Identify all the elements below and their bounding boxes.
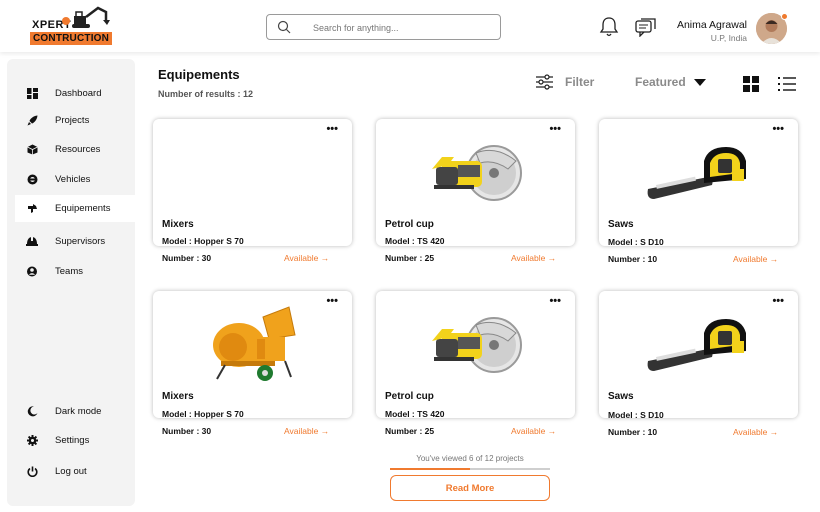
card-title: Mixers — [162, 219, 194, 230]
sidebar-item-dashboard[interactable]: Dashboard — [15, 80, 142, 107]
caret-down-icon — [693, 78, 706, 86]
sidebar-item-dark-mode[interactable]: Dark mode — [15, 398, 142, 425]
sidebar-item-label: Supervisors — [55, 236, 106, 247]
list-view-icon[interactable] — [778, 76, 796, 92]
search-bar[interactable] — [266, 14, 501, 40]
availability-link[interactable]: Available → — [284, 253, 329, 263]
viewed-progress-bar — [390, 468, 550, 470]
filter-label: Filter — [565, 75, 595, 89]
read-more-button[interactable]: Read More — [390, 475, 550, 501]
sidebar-item-label: Settings — [55, 435, 90, 446]
sidebar-item-label: Equipements — [55, 203, 111, 214]
equipment-card[interactable]: ••• Mixers — [153, 119, 352, 246]
equipment-card[interactable]: ••• Saws — [599, 119, 798, 246]
equipment-icon — [25, 202, 39, 216]
card-model: Model : TS 420 — [385, 409, 445, 419]
sidebar-item-settings[interactable]: Settings — [15, 427, 142, 454]
chainsaw-image — [599, 303, 798, 385]
availability-link[interactable]: Available → — [511, 253, 556, 263]
rocket-icon — [25, 114, 39, 128]
search-icon — [277, 20, 291, 34]
card-title: Petrol cup — [385, 391, 434, 402]
filter-button[interactable]: Filter — [535, 74, 594, 90]
sort-label: Featured — [635, 75, 686, 89]
card-title: Petrol cup — [385, 219, 434, 230]
concrete-mixer-image — [153, 303, 352, 385]
vehicle-icon — [25, 173, 39, 187]
equipment-image-placeholder — [153, 131, 352, 213]
card-model: Model : TS 420 — [385, 236, 445, 246]
card-number: Number : 30 — [162, 253, 212, 263]
card-number: Number : 30 — [162, 426, 212, 436]
progress-fill — [390, 468, 470, 470]
card-title: Mixers — [162, 391, 194, 402]
equipment-card[interactable]: ••• Petrol cup — [376, 119, 575, 246]
viewed-count-text: You've viewed 6 of 12 projects — [416, 454, 524, 463]
card-model: Model : S D10 — [608, 410, 664, 420]
excavator-icon — [62, 6, 110, 28]
availability-link[interactable]: Available → — [733, 254, 778, 264]
page-title: Equipements — [158, 67, 240, 82]
sidebar-item-teams[interactable]: Teams — [15, 258, 142, 285]
logo-text-bottom: CONTRUCTION — [30, 32, 113, 45]
equipment-card[interactable]: ••• Petrol cup — [376, 291, 575, 418]
sidebar-item-logout[interactable]: Log out — [15, 458, 142, 485]
sidebar-item-projects[interactable]: Projects — [15, 107, 142, 134]
sidebar-item-label: Teams — [55, 266, 83, 277]
equipment-card[interactable]: ••• Mixers — [153, 291, 352, 418]
user-location: U.P, India — [710, 33, 747, 43]
bell-icon[interactable] — [599, 16, 619, 38]
card-model: Model : Hopper S 70 — [162, 236, 244, 246]
results-count: Number of results : 12 — [158, 89, 254, 99]
sidebar-item-resources[interactable]: Resources — [15, 136, 142, 163]
moon-icon — [25, 405, 39, 419]
sort-dropdown[interactable]: Featured — [635, 75, 706, 89]
card-number: Number : 25 — [385, 426, 435, 436]
sidebar-item-label: Vehicles — [55, 174, 91, 185]
filter-icon — [536, 74, 553, 90]
sidebar-item-label: Log out — [55, 466, 87, 477]
cut-saw-image — [376, 131, 575, 213]
card-model: Model : S D10 — [608, 237, 664, 247]
online-status-dot — [781, 13, 788, 20]
availability-link[interactable]: Available → — [511, 426, 556, 436]
sidebar-item-label: Dark mode — [55, 406, 102, 417]
sidebar-item-label: Projects — [55, 115, 90, 126]
card-number: Number : 25 — [385, 253, 435, 263]
power-icon — [25, 465, 39, 479]
chat-icon[interactable] — [635, 17, 657, 37]
team-icon — [25, 265, 39, 279]
sidebar-item-label: Dashboard — [55, 88, 102, 99]
sidebar-item-vehicles[interactable]: Vehicles — [15, 166, 142, 193]
search-input[interactable] — [313, 19, 493, 36]
card-number: Number : 10 — [608, 427, 658, 437]
grid-view-icon[interactable] — [743, 76, 759, 92]
cut-saw-image — [376, 303, 575, 385]
gear-icon — [25, 434, 39, 448]
sidebar-item-label: Resources — [55, 144, 101, 155]
box-icon — [25, 143, 39, 157]
sidebar-item-equipements[interactable]: Equipements — [15, 195, 142, 222]
availability-link[interactable]: Available → — [733, 427, 778, 437]
card-title: Saws — [608, 391, 634, 402]
company-logo[interactable]: XPERT CONTRUCTION — [30, 6, 113, 46]
card-model: Model : Hopper S 70 — [162, 409, 244, 419]
availability-link[interactable]: Available → — [284, 426, 329, 436]
top-header: XPERT CONTRUCTION Anima Agrawal U.P, Ind… — [0, 0, 820, 52]
sidebar: Dashboard Projects Resources Vehicles Eq… — [7, 59, 142, 506]
grid-icon — [25, 87, 39, 101]
chainsaw-image — [599, 131, 798, 213]
equipment-card[interactable]: ••• Saws — [599, 291, 798, 418]
card-title: Saws — [608, 219, 634, 230]
card-number: Number : 10 — [608, 254, 658, 264]
helmet-icon — [25, 235, 39, 249]
user-name: Anima Agrawal — [676, 19, 747, 31]
sidebar-item-supervisors[interactable]: Supervisors — [15, 228, 142, 255]
